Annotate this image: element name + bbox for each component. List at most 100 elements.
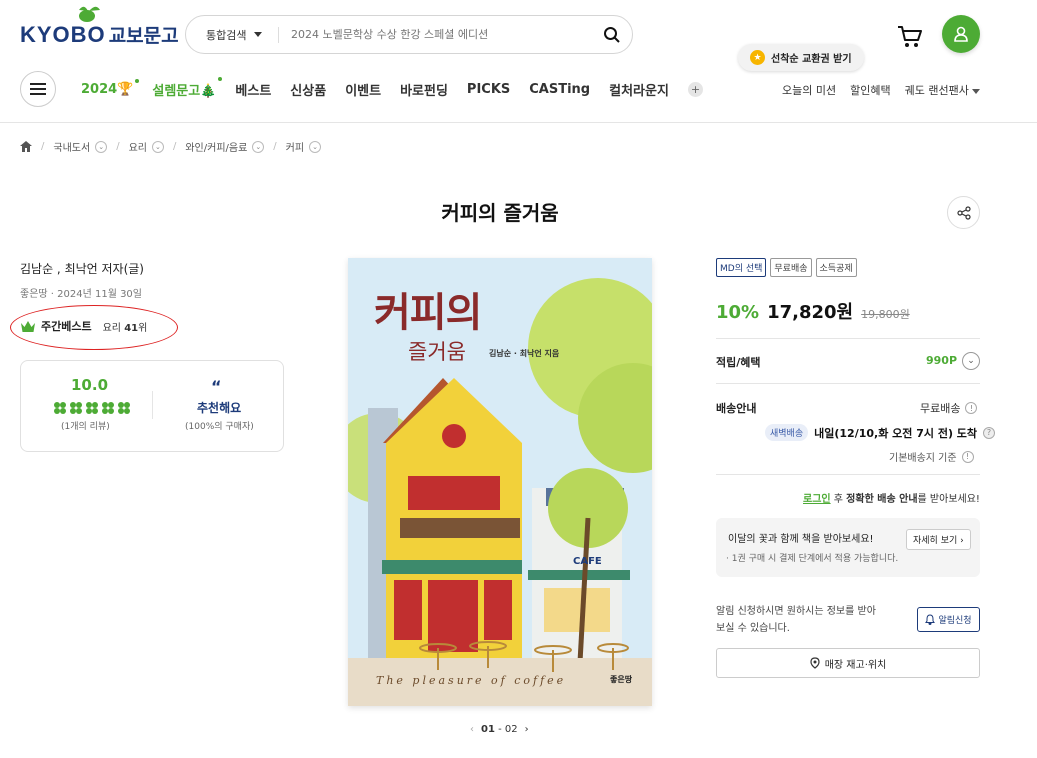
default-address: 기본배송지 기준 ! <box>889 449 974 464</box>
pager-total: 02 <box>504 724 518 735</box>
review-summary[interactable]: 10.0 (1개의 리뷰) “ 추천해요 (100%의 구매자) <box>20 360 284 452</box>
promo-title: 이달의 꽃과 함께 책을 받아보세요! <box>728 534 874 545</box>
chevron-down-icon[interactable]: ⌄ <box>252 140 265 153</box>
nav-2024-label: 2024 <box>81 82 118 97</box>
badge-md-choice: MD의 선택 <box>716 258 767 277</box>
alert-button-label: 알림신청 <box>938 616 972 626</box>
chevron-down-icon[interactable]: ⌄ <box>309 140 322 153</box>
chevron-right-icon[interactable]: › <box>525 724 529 735</box>
cover-subtitle: 즐거움 <box>408 340 466 364</box>
shipping-label: 배송안내 <box>716 402 757 415</box>
home-icon[interactable] <box>20 141 32 152</box>
price-block: 10% 17,820원 19,800원 <box>716 298 910 324</box>
chevron-down-icon[interactable]: ⌄ <box>95 140 108 153</box>
search-category-label: 통합검색 <box>206 28 247 42</box>
nav-fansign-label: 궤도 랜선팬사 <box>904 84 969 97</box>
logo-bird-icon <box>79 6 100 22</box>
book-cover[interactable]: 커피의 즐거움 김남순 · 최낙언 지음 CAFE The pleasure o… <box>348 258 652 706</box>
product-badges: MD의 선택 무료배송 소득공제 <box>716 258 857 277</box>
pager-sep: - <box>494 724 505 735</box>
login-prompt: 로그인 후 정확한 배송 안내를 받아보세요! <box>803 490 980 505</box>
breadcrumb-item[interactable]: 국내도서 <box>53 139 90 154</box>
chevron-left-icon[interactable]: ‹ <box>470 724 474 735</box>
badge-tax-deduction: 소득공제 <box>815 258 857 277</box>
search-icon <box>604 26 620 43</box>
info-icon[interactable]: ! <box>961 450 974 463</box>
breadcrumb-item[interactable]: 요리 <box>129 139 147 154</box>
nav-item-picks[interactable]: PICKS <box>467 82 510 97</box>
cart-icon[interactable] <box>896 22 924 50</box>
original-price: 19,800원 <box>861 308 910 321</box>
nav-discount[interactable]: 할인혜택 <box>850 82 890 98</box>
caret-down-icon <box>972 88 981 94</box>
nav-item-event[interactable]: 이벤트 <box>345 80 381 99</box>
cover-author: 김남순 · 최낙언 지음 <box>489 349 560 358</box>
search-input[interactable] <box>279 28 592 41</box>
header-divider <box>0 122 1037 123</box>
nav-item-best[interactable]: 베스트 <box>235 80 271 99</box>
nav-fansign[interactable]: 궤도 랜선팬사 <box>905 82 981 98</box>
discount-rate: 10% <box>716 302 760 323</box>
breadcrumb-separator: / <box>172 141 177 152</box>
new-dot <box>135 79 140 83</box>
alert-description: 알림 신청하시면 원하시는 정보를 받아 보실 수 있습니다. <box>716 606 876 634</box>
sale-price: 17,820원 <box>767 302 854 323</box>
chevron-down-icon[interactable]: ⌄ <box>962 352 980 370</box>
breadcrumb-item[interactable]: 커피 <box>286 139 304 154</box>
promo-detail-button[interactable]: 자세히 보기 › <box>906 529 971 550</box>
quote-icon: “ <box>211 377 222 396</box>
nav-item-new[interactable]: 신상품 <box>290 80 326 99</box>
page-title: 커피의 즐거움 <box>441 201 559 225</box>
bell-icon <box>925 614 936 625</box>
breadcrumb-item[interactable]: 와인/커피/음료 <box>185 139 247 154</box>
nav-item-2024[interactable]: 2024🏆 <box>81 79 140 97</box>
points-label: 적립/혜택 <box>716 356 761 369</box>
coin-icon: ★ <box>750 50 765 65</box>
help-icon[interactable]: ? <box>983 426 996 439</box>
nav-more-button[interactable]: + <box>687 82 703 97</box>
book-authors[interactable]: 김남순 , 최낙언 저자(글) <box>20 260 144 277</box>
nav-item-culture[interactable]: 컬처라운지 <box>609 80 669 99</box>
nav-item-casting[interactable]: CASTing <box>529 82 590 97</box>
login-bold: 정확한 배송 안내 <box>846 494 918 505</box>
dawn-badge: 새벽배송 <box>765 424 809 441</box>
tree-icon: 🎄 <box>200 84 217 99</box>
main-nav: 2024🏆 설렘문고🎄 베스트 신상품 이벤트 바로펀딩 PICKS CASTi… <box>81 77 703 99</box>
search-category-select[interactable]: 통합검색 <box>186 27 278 43</box>
store-stock-button[interactable]: 매장 재고·위치 <box>716 648 980 678</box>
points-value: 990P <box>926 354 958 367</box>
logo-ko-text: 교보문고 <box>108 25 179 47</box>
login-link[interactable]: 로그인 <box>803 494 831 505</box>
recommend-label: 추천해요 <box>197 401 242 415</box>
alert-button[interactable]: 알림신청 <box>917 607 980 632</box>
nav-item-funding[interactable]: 바로펀딩 <box>400 80 448 99</box>
login-end: 를 받아보세요! <box>917 494 980 505</box>
promo-button-label: 자세히 보기 <box>913 536 958 546</box>
cover-english-title: The pleasure of coffee <box>376 674 567 687</box>
recommend-percent: (100%의 구매자) <box>185 422 254 432</box>
coupon-tooltip[interactable]: ★ 선착순 교환권 받기 <box>738 44 864 71</box>
promo-box: 이달의 꽃과 함께 책을 받아보세요! · 1권 구매 시 결제 단계에서 적용… <box>716 518 980 577</box>
user-button[interactable] <box>942 15 980 53</box>
share-button[interactable] <box>947 196 980 229</box>
search-button[interactable] <box>592 26 632 44</box>
breadcrumb-separator: / <box>273 141 277 152</box>
info-icon[interactable]: ! <box>965 402 978 414</box>
pager-current: 01 <box>481 724 495 735</box>
promo-subtitle: · 1권 구매 시 결제 단계에서 적용 가능합니다. <box>726 554 899 564</box>
cover-publisher: 좋은땅 <box>610 675 633 684</box>
pager-text: 01 - 02 <box>481 724 518 735</box>
nav-mission[interactable]: 오늘의 미션 <box>782 82 836 98</box>
menu-button[interactable] <box>20 71 56 107</box>
hamburger-icon <box>30 83 46 95</box>
nav-item-seollem[interactable]: 설렘문고🎄 <box>152 77 223 99</box>
search-bar: 통합검색 <box>185 15 633 54</box>
chevron-down-icon[interactable]: ⌄ <box>151 140 164 153</box>
review-count: (1개의 리뷰) <box>61 422 110 432</box>
cover-pager: ‹ 01 - 02 › <box>470 724 529 735</box>
breadcrumb: / 국내도서 ⌄ / 요리 ⌄ / 와인/커피/음료 ⌄ / 커피 ⌄ <box>20 139 322 154</box>
divider <box>716 383 980 384</box>
divider <box>716 474 980 475</box>
user-icon <box>954 26 968 42</box>
store-stock-label: 매장 재고·위치 <box>824 659 887 671</box>
